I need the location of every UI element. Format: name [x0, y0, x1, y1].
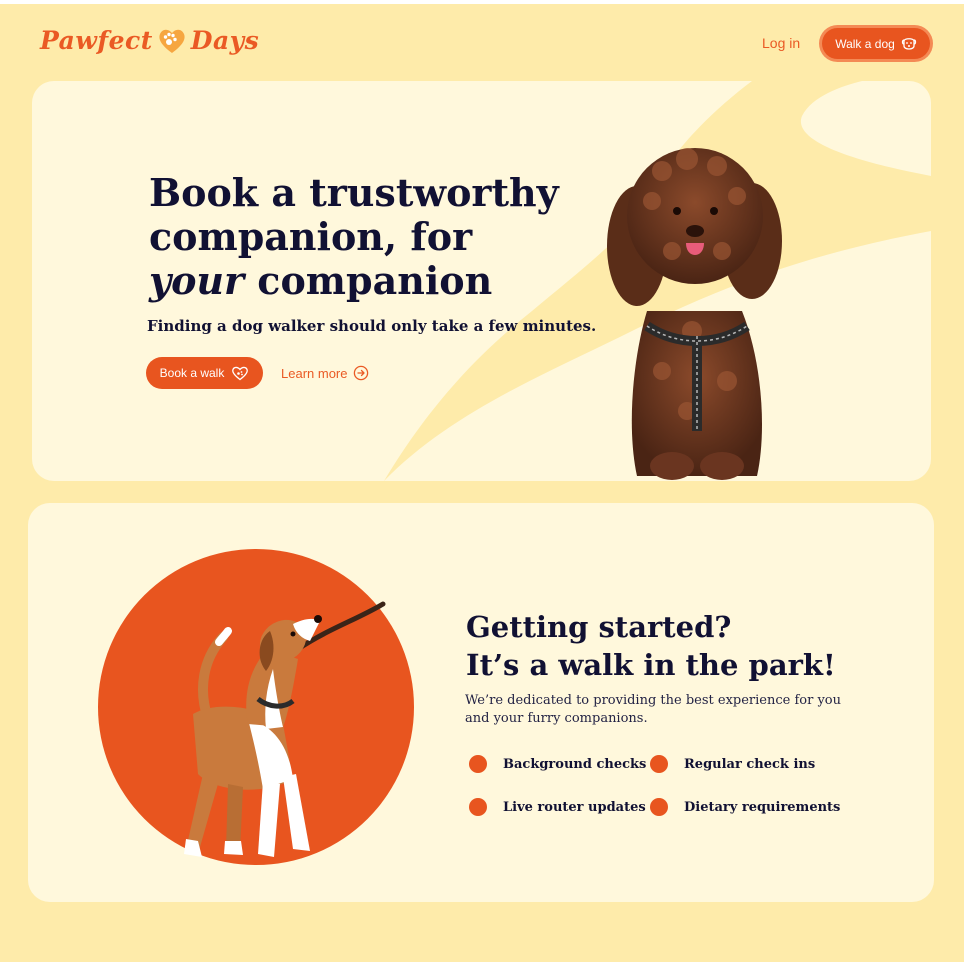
feature-item: Live router updates	[469, 798, 646, 816]
arrow-circle-right-icon	[354, 365, 369, 381]
hero-title-line-2: companion, for	[149, 214, 473, 259]
walk-a-dog-label: Walk a dog	[835, 36, 895, 51]
hero-subtitle: Finding a dog walker should only take a …	[147, 317, 597, 335]
heart-paw-icon	[232, 366, 249, 381]
hero-title-line-3-rest: companion	[244, 258, 493, 303]
book-a-walk-button[interactable]: Book a walk	[146, 357, 263, 389]
logo-text-right: Days	[190, 26, 260, 55]
dot-icon	[469, 798, 487, 816]
hero-title-emphasis: your	[149, 258, 245, 303]
feature-label: Background checks	[503, 756, 647, 772]
book-a-walk-label: Book a walk	[159, 366, 225, 380]
section-title-line-1: Getting started?	[466, 610, 732, 644]
feature-item: Background checks	[469, 755, 646, 773]
section-title-line-2: It’s a walk in the park!	[466, 648, 836, 682]
top-strip	[0, 0, 964, 4]
learn-more-link[interactable]: Learn more	[281, 365, 369, 381]
hero-title-line-3: your companion	[149, 259, 569, 303]
walk-a-dog-button[interactable]: Walk a dog	[822, 28, 930, 59]
logo-text-left: Pawfect	[40, 26, 153, 55]
login-link[interactable]: Log in	[762, 35, 800, 51]
hero-card: Book a trustworthy companion, for your c…	[32, 81, 931, 481]
learn-more-label: Learn more	[281, 365, 348, 381]
hero-title: Book a trustworthy companion, for your c…	[149, 171, 569, 303]
beagle-dog-image	[98, 549, 414, 865]
paw-heart-icon	[157, 27, 187, 55]
logo[interactable]: Pawfect Days	[40, 26, 259, 55]
section-description: We’re dedicated to providing the best ex…	[465, 693, 841, 726]
dog-face-icon	[901, 37, 916, 50]
dot-icon	[650, 755, 668, 773]
feature-label: Regular check ins	[684, 756, 816, 772]
feature-label: Dietary requirements	[684, 799, 841, 815]
feature-label: Live router updates	[503, 799, 646, 815]
feature-item: Regular check ins	[650, 755, 815, 773]
dot-icon	[469, 755, 487, 773]
section-title: Getting started? It’s a walk in the park…	[466, 608, 886, 684]
hero-title-line-1: Book a trustworthy	[149, 170, 559, 215]
getting-started-card: Getting started? It’s a walk in the park…	[28, 503, 934, 902]
feature-item: Dietary requirements	[650, 798, 840, 816]
poodle-dog-image	[607, 148, 782, 480]
dot-icon	[650, 798, 668, 816]
